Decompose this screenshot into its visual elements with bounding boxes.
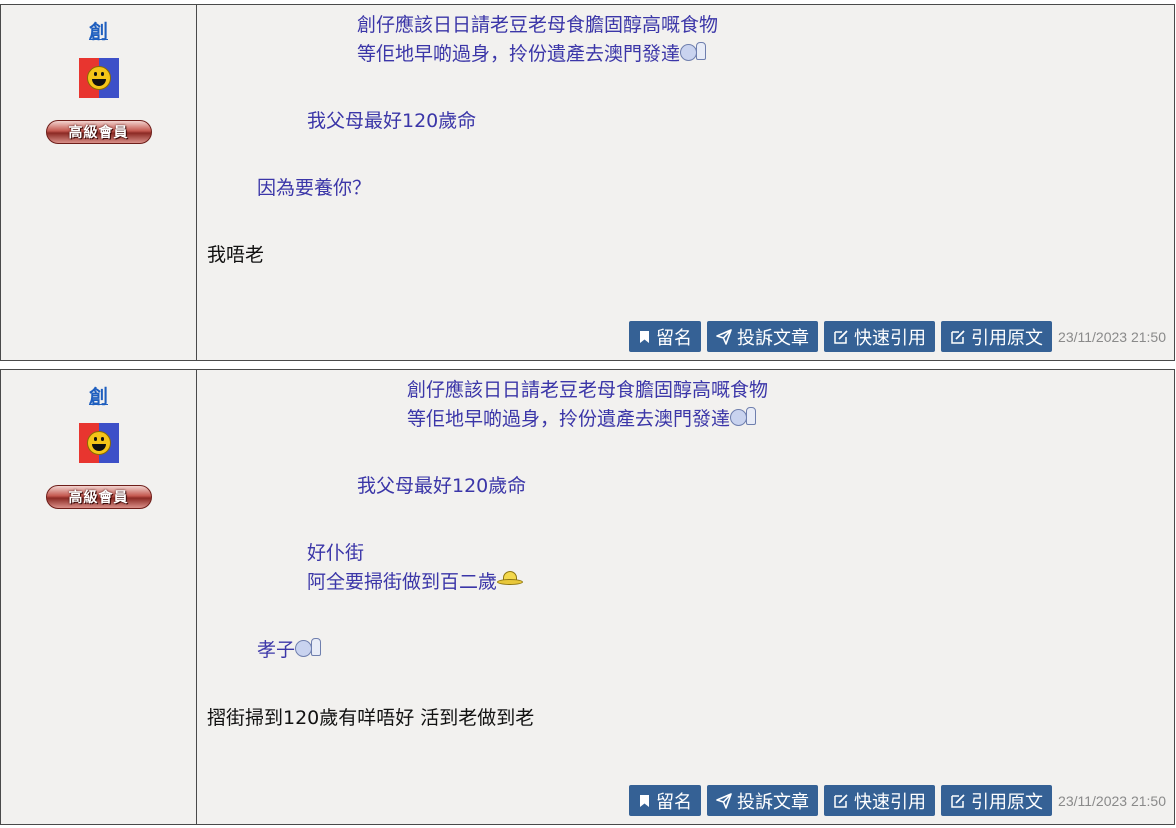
nested-quote-level-4: 創仔應該日日請老豆老母食膽固醇高嘅食物 等佢地早啲過身，拎份遺產去澳門發達: [407, 376, 768, 434]
paper-plane-icon: [716, 328, 732, 345]
post-actions: 留名 投訴文章 快速引用 引用原文 23/11/2023 21:50: [629, 321, 1166, 352]
edit-icon: [951, 793, 965, 808]
avatar[interactable]: [78, 423, 119, 463]
hat-smiley-icon: [497, 570, 524, 590]
quick-quote-button[interactable]: 快速引用: [824, 785, 936, 816]
post-content: 創仔應該日日請老豆老母食膽固醇高嘅食物 等佢地早啲過身，拎份遺產去澳門發達 我父…: [197, 370, 1174, 824]
bookmark-button[interactable]: 留名: [629, 785, 702, 816]
nested-quote-level-1: 因為要養你？: [257, 174, 371, 203]
quote-line: 我父母最好120歲命: [307, 110, 477, 132]
bookmark-icon: [640, 330, 650, 343]
bookmark-icon: [640, 794, 650, 807]
nested-quote-level-1: 孝子: [257, 636, 323, 665]
author-name-link[interactable]: 創: [89, 382, 108, 409]
nested-quote-level-3: 創仔應該日日請老豆老母食膽固醇高嘅食物 等佢地早啲過身，拎份遺產去澳門發達: [357, 11, 718, 69]
edit-icon: [834, 793, 848, 808]
report-post-button[interactable]: 投訴文章: [707, 785, 819, 816]
thumbs-up-smiley-icon: [730, 407, 758, 427]
forum-post: 創 高級會員 創仔應該日日請老豆老母食膽固醇高嘅食物 等佢地早啲過身，拎份遺產去…: [0, 369, 1175, 825]
quote-line: 好仆街: [307, 542, 365, 564]
quote-line: 我父母最好120歲命: [357, 475, 527, 497]
quote-line: 等佢地早啲過身，拎份遺產去澳門發達: [357, 43, 681, 65]
quote-line: 創仔應該日日請老豆老母食膽固醇高嘅食物: [407, 379, 769, 401]
report-post-button[interactable]: 投訴文章: [707, 321, 819, 352]
nested-quote-level-3: 我父母最好120歲命: [357, 472, 526, 501]
quote-line: 孝子: [257, 639, 296, 661]
author-panel: 創 高級會員: [1, 5, 197, 360]
post-content: 創仔應該日日請老豆老母食膽固醇高嘅食物 等佢地早啲過身，拎份遺產去澳門發達 我父…: [197, 5, 1174, 360]
author-name-link[interactable]: 創: [89, 17, 108, 44]
avatar[interactable]: [78, 58, 119, 98]
smiley-face-icon: [86, 66, 111, 90]
rank-badge: 高級會員: [45, 485, 152, 509]
quote-original-button[interactable]: 引用原文: [941, 321, 1053, 352]
thumbs-up-smiley-icon: [295, 638, 323, 658]
quote-line: 阿全要掃街做到百二歲: [307, 571, 498, 593]
edit-icon: [834, 329, 848, 344]
quote-line: 等佢地早啲過身，拎份遺產去澳門發達: [407, 408, 731, 430]
bookmark-button[interactable]: 留名: [629, 321, 702, 352]
smiley-face-icon: [86, 431, 111, 455]
paper-plane-icon: [716, 792, 732, 809]
quote-original-button[interactable]: 引用原文: [941, 785, 1053, 816]
post-timestamp: 23/11/2023 21:50: [1058, 328, 1166, 345]
nested-quote-level-2: 好仆街 阿全要掃街做到百二歲: [307, 539, 524, 597]
quick-quote-button[interactable]: 快速引用: [824, 321, 936, 352]
nested-quote-level-2: 我父母最好120歲命: [307, 107, 476, 136]
quote-line: 創仔應該日日請老豆老母食膽固醇高嘅食物: [357, 14, 719, 36]
reply-text: 摺街掃到120歲有咩唔好 活到老做到老: [207, 707, 535, 729]
thumbs-up-smiley-icon: [680, 42, 708, 62]
post-timestamp: 23/11/2023 21:50: [1058, 792, 1166, 809]
reply-text: 我唔老: [207, 244, 265, 266]
author-panel: 創 高級會員: [1, 370, 197, 824]
edit-icon: [951, 329, 965, 344]
post-actions: 留名 投訴文章 快速引用 引用原文 23/11/2023 21:50: [629, 785, 1166, 816]
forum-post: 創 高級會員 創仔應該日日請老豆老母食膽固醇高嘅食物 等佢地早啲過身，拎份遺產去…: [0, 4, 1175, 361]
quote-line: 因為要養你？: [257, 177, 372, 199]
rank-badge: 高級會員: [45, 120, 152, 144]
